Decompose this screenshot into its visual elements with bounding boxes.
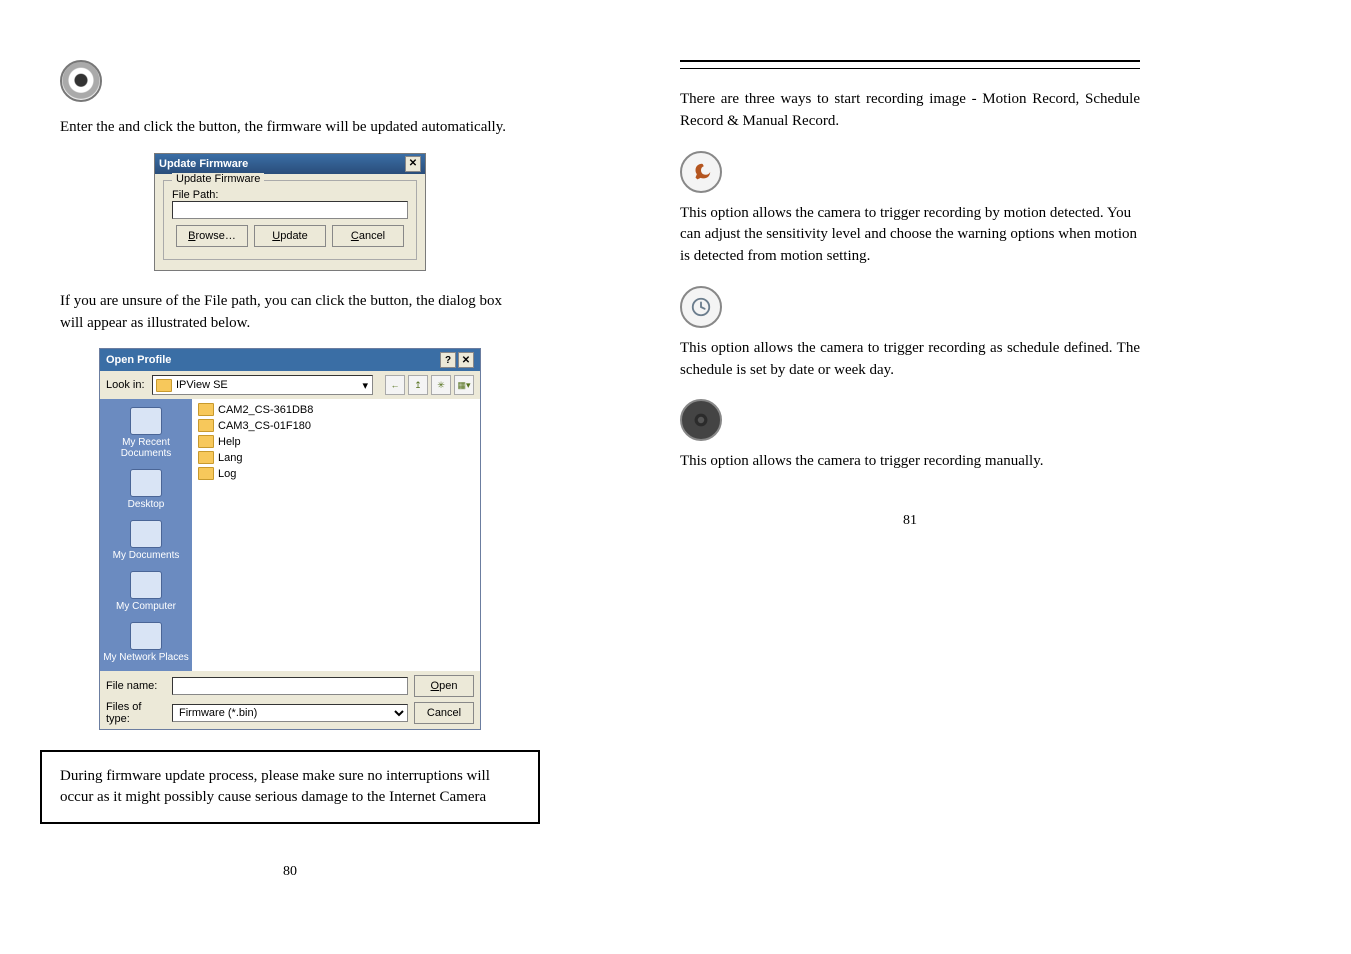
t: ancel <box>359 230 385 242</box>
new-folder-icon[interactable]: ✳ <box>431 375 451 395</box>
group-title: Update Firmware <box>172 173 264 185</box>
filename-label: File name: <box>106 680 166 692</box>
t: button, the <box>370 293 438 309</box>
open-button[interactable]: Open <box>414 675 474 697</box>
chevron-down-icon: ▾ <box>362 379 372 392</box>
page-number: 80 <box>60 864 520 880</box>
back-icon[interactable]: ← <box>385 375 405 395</box>
t: rowse… <box>196 230 236 242</box>
places-mycomputer[interactable]: My Computer <box>116 571 176 612</box>
update-firmware-dialog: Update Firmware ✕ Update Firmware File P… <box>154 153 426 271</box>
list-item: CAM3_CS-01F180 <box>198 419 474 432</box>
t: pdate <box>280 230 308 242</box>
t: If you are unsure of the File path, you … <box>60 293 370 309</box>
manual-text: This option allows the camera to trigger… <box>680 451 1140 473</box>
eye-icon <box>60 60 102 102</box>
browse-button[interactable]: Browse… <box>176 225 248 247</box>
list-item: Log <box>198 467 474 480</box>
schedule-record-icon <box>680 286 722 328</box>
filetype-label: Files of type: <box>106 701 166 725</box>
file-path-label: File Path: <box>172 189 408 201</box>
places-network[interactable]: My Network Places <box>103 622 189 663</box>
close-icon[interactable]: ✕ <box>405 156 421 172</box>
page-number: 81 <box>680 513 1140 529</box>
filename-input[interactable] <box>172 677 408 695</box>
places-bar: My Recent Documents Desktop My Documents… <box>100 399 192 671</box>
cancel-button[interactable]: Cancel <box>414 702 474 724</box>
t: Enter the <box>60 119 118 135</box>
file-path-input[interactable] <box>172 201 408 219</box>
motion-text: This option allows the camera to trigger… <box>680 203 1140 268</box>
lookin-value: IPView SE <box>176 379 228 391</box>
help-icon[interactable]: ? <box>440 352 456 368</box>
update-button[interactable]: Update <box>254 225 326 247</box>
filetype-select[interactable]: Firmware (*.bin) <box>172 704 408 722</box>
places-recent[interactable]: My Recent Documents <box>100 407 192 459</box>
motion-record-icon <box>680 151 722 193</box>
views-icon[interactable]: ▦▾ <box>454 375 474 395</box>
list-item: Lang <box>198 451 474 464</box>
dialog-title: Update Firmware <box>159 158 248 170</box>
warning-text: During firmware update process, please m… <box>60 768 490 805</box>
cancel-button[interactable]: Cancel <box>332 225 404 247</box>
intro-text: There are three ways to start recording … <box>680 89 1140 133</box>
para-browse: If you are unsure of the File path, you … <box>60 291 520 335</box>
t: and click the <box>118 119 198 135</box>
places-mydocs[interactable]: My Documents <box>113 520 180 561</box>
close-icon[interactable]: ✕ <box>458 352 474 368</box>
t: button, the firmware will be updated aut… <box>199 119 506 135</box>
open-profile-dialog: Open Profile ? ✕ Look in: IPView SE ▾ ← … <box>99 348 481 730</box>
list-item: CAM2_CS-361DB8 <box>198 403 474 416</box>
file-list[interactable]: CAM2_CS-361DB8 CAM3_CS-01F180 Help Lang … <box>192 399 480 671</box>
list-item: Help <box>198 435 474 448</box>
places-desktop[interactable]: Desktop <box>128 469 165 510</box>
lookin-label: Look in: <box>106 379 146 391</box>
manual-record-icon <box>680 399 722 441</box>
up-one-level-icon[interactable]: ↥ <box>408 375 428 395</box>
folder-icon <box>156 379 172 392</box>
lookin-dropdown[interactable]: IPView SE ▾ <box>152 375 373 395</box>
warning-box: During firmware update process, please m… <box>40 750 540 824</box>
para-enter: Enter the and click the button, the firm… <box>60 117 520 139</box>
dialog-title: Open Profile <box>106 354 171 366</box>
schedule-text: This option allows the camera to trigger… <box>680 338 1140 382</box>
